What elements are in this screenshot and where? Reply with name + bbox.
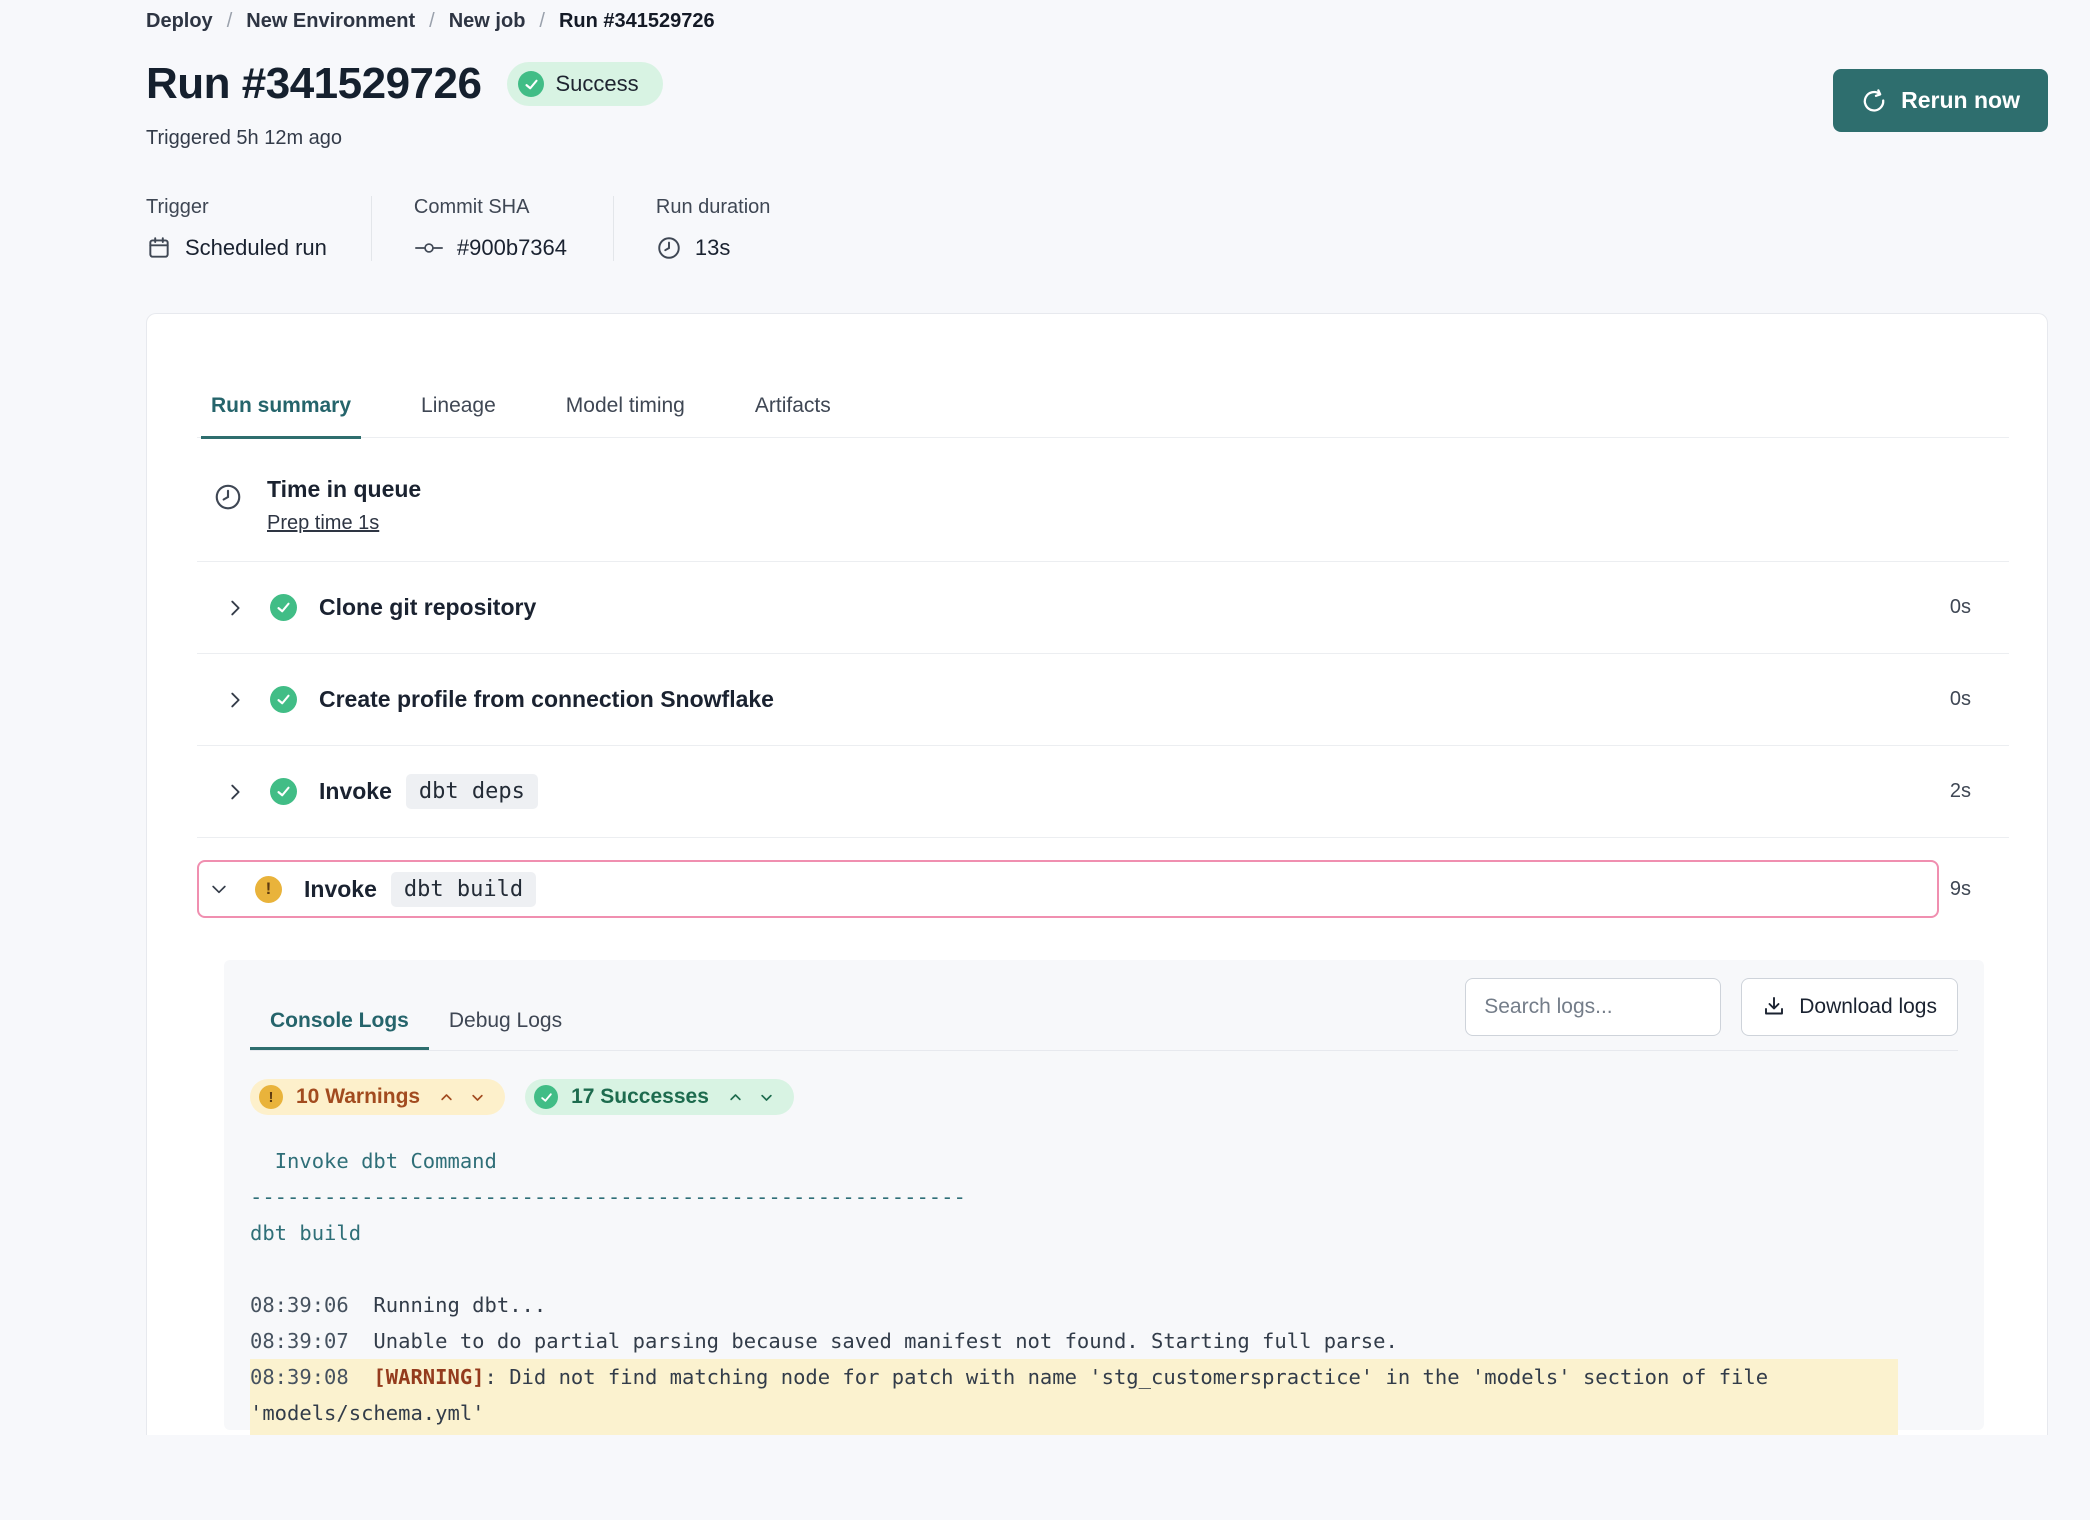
step-command-chip: dbt deps (406, 774, 538, 809)
logs-actions: Download logs (1465, 978, 1958, 1036)
run-summary-card: Run summary Lineage Model timing Artifac… (146, 313, 2048, 1435)
meta-duration-value: 13s (695, 235, 730, 261)
clock-icon (656, 235, 682, 261)
breadcrumb-separator: / (227, 10, 233, 33)
log-line: 08:39:07 Unable to do partial parsing be… (250, 1323, 1958, 1359)
breadcrumb-current-run: Run #341529726 (559, 10, 715, 33)
tab-console-logs[interactable]: Console Logs (250, 989, 429, 1050)
title-row: Run #341529726 Success (146, 59, 2048, 109)
breadcrumb-job[interactable]: New job (449, 10, 526, 33)
log-command: dbt build (250, 1215, 1958, 1251)
step-clone-git-repository[interactable]: Clone git repository 0s (197, 562, 2009, 654)
console-log-output: Invoke dbt Command ---------------------… (250, 1143, 1958, 1435)
warning-icon: ! (259, 1085, 283, 1109)
page-title: Run #341529726 (146, 59, 481, 109)
warnings-badge-label: 10 Warnings (296, 1085, 420, 1109)
meta-trigger-value: Scheduled run (185, 235, 327, 261)
prep-time-link[interactable]: Prep time 1s (267, 512, 379, 535)
tab-run-summary[interactable]: Run summary (201, 394, 361, 439)
step-command-chip: dbt build (391, 872, 536, 907)
meta-duration: Run duration 13s (656, 196, 856, 261)
log-line: 08:39:06 Running dbt... (250, 1287, 1958, 1323)
step-invoke-dbt-build-row: ! Invoke dbt build 9s (197, 860, 2009, 918)
log-filter-badges: ! 10 Warnings 17 Successes (250, 1079, 1958, 1115)
time-in-queue-title: Time in queue (267, 476, 421, 503)
step-duration: 2s (1939, 780, 2009, 803)
meta-duration-label: Run duration (656, 196, 812, 219)
tab-lineage[interactable]: Lineage (411, 394, 506, 437)
breadcrumb-separator: / (539, 10, 545, 33)
success-check-icon (518, 71, 544, 97)
log-line-warning: 08:39:08 [WARNING]: Did not find matchin… (250, 1431, 1898, 1435)
log-divider-line: ----------------------------------------… (250, 1179, 1958, 1215)
step-label: Invoke (304, 876, 377, 903)
success-check-icon (270, 686, 297, 713)
step-label: Create profile from connection Snowflake (319, 686, 774, 713)
logs-panel: Console Logs Debug Logs Download logs ! (224, 960, 1984, 1430)
meta-commit-label: Commit SHA (414, 196, 569, 219)
warnings-badge[interactable]: ! 10 Warnings (250, 1079, 505, 1115)
success-check-icon (270, 594, 297, 621)
step-duration: 0s (1939, 596, 2009, 619)
search-logs-input[interactable] (1465, 978, 1721, 1036)
logs-header: Console Logs Debug Logs Download logs (250, 978, 1958, 1051)
meta-commit: Commit SHA #900b7364 (414, 196, 614, 261)
chevron-right-icon[interactable] (224, 781, 246, 803)
meta-trigger: Trigger Scheduled run (146, 196, 372, 261)
download-logs-label: Download logs (1799, 995, 1937, 1019)
breadcrumb-deploy[interactable]: Deploy (146, 10, 213, 33)
tab-artifacts[interactable]: Artifacts (745, 394, 841, 437)
run-meta: Trigger Scheduled run Commit SHA #900b73… (146, 196, 2048, 261)
step-duration: 0s (1939, 688, 2009, 711)
chevron-down-icon[interactable] (209, 879, 231, 899)
time-in-queue-section: Time in queue Prep time 1s (197, 438, 2009, 562)
step-duration: 9s (1939, 878, 2009, 901)
calendar-icon (146, 235, 172, 261)
chevron-right-icon[interactable] (224, 689, 246, 711)
step-invoke-dbt-build[interactable]: ! Invoke dbt build (197, 860, 1939, 918)
success-check-icon (534, 1085, 558, 1109)
rerun-now-button[interactable]: Rerun now (1833, 69, 2048, 132)
tab-debug-logs[interactable]: Debug Logs (429, 989, 582, 1050)
tab-model-timing[interactable]: Model timing (556, 394, 695, 437)
meta-trigger-label: Trigger (146, 196, 327, 219)
warning-icon: ! (255, 876, 282, 903)
status-badge: Success (507, 62, 662, 106)
run-page: Deploy / New Environment / New job / Run… (0, 0, 2090, 1520)
step-create-profile[interactable]: Create profile from connection Snowflake… (197, 654, 2009, 746)
download-icon (1762, 995, 1786, 1019)
success-check-icon (270, 778, 297, 805)
commit-icon (414, 238, 444, 258)
caret-down-icon[interactable] (470, 1090, 485, 1105)
refresh-icon (1861, 88, 1887, 114)
successes-badge-label: 17 Successes (571, 1085, 709, 1109)
card-tabs: Run summary Lineage Model timing Artifac… (197, 394, 2009, 438)
meta-commit-value: #900b7364 (457, 235, 567, 261)
chevron-right-icon[interactable] (224, 597, 246, 619)
status-badge-label: Success (555, 71, 638, 97)
logs-tabs: Console Logs Debug Logs (250, 989, 1465, 1050)
caret-up-icon[interactable] (439, 1090, 454, 1105)
successes-badge[interactable]: 17 Successes (525, 1079, 794, 1115)
log-line-warning: 08:39:08 [WARNING]: Did not find matchin… (250, 1359, 1898, 1431)
step-invoke-dbt-deps[interactable]: Invoke dbt deps 2s (197, 746, 2009, 838)
log-command-header: Invoke dbt Command (250, 1143, 1958, 1179)
triggered-text: Triggered 5h 12m ago (146, 127, 2048, 150)
breadcrumb-environment[interactable]: New Environment (246, 10, 415, 33)
caret-up-icon[interactable] (728, 1090, 743, 1105)
caret-down-icon[interactable] (759, 1090, 774, 1105)
clock-icon (213, 476, 243, 535)
step-label: Invoke (319, 778, 392, 805)
step-label: Clone git repository (319, 594, 536, 621)
download-logs-button[interactable]: Download logs (1741, 978, 1958, 1036)
breadcrumb: Deploy / New Environment / New job / Run… (146, 10, 2048, 33)
breadcrumb-separator: / (429, 10, 435, 33)
rerun-now-label: Rerun now (1901, 87, 2020, 114)
